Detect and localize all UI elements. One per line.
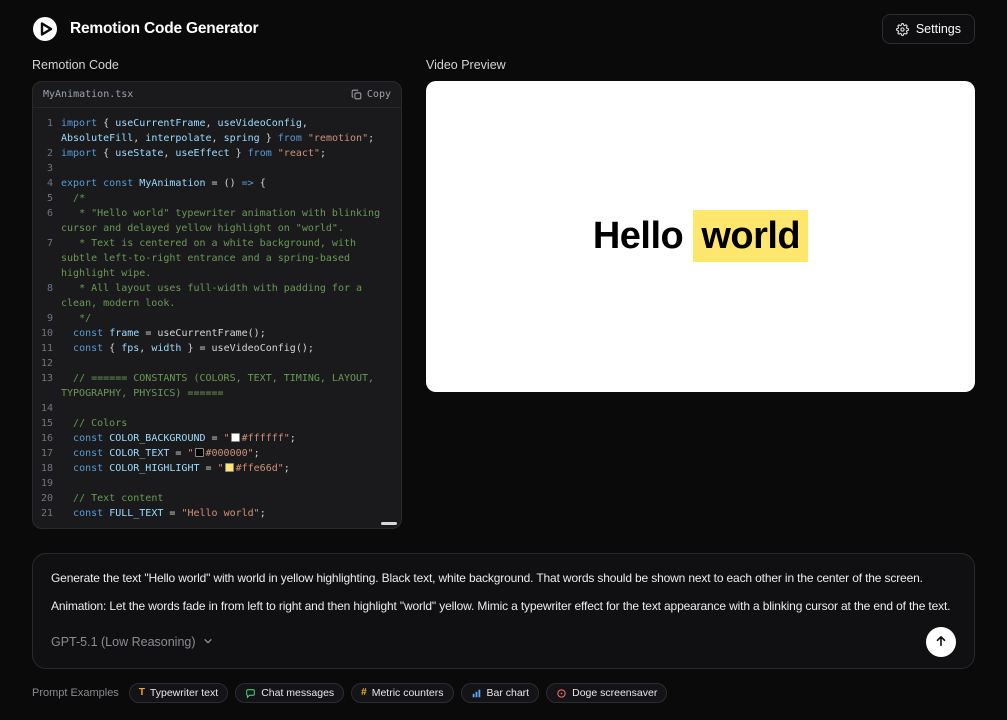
gear-icon <box>896 23 909 36</box>
color-swatch <box>195 448 204 457</box>
line-number: 18 <box>37 461 61 476</box>
line-number: 2 <box>37 146 61 161</box>
code-section-label: Remotion Code <box>32 58 402 72</box>
code-line: 1import { useCurrentFrame, useVideoConfi… <box>37 116 391 146</box>
code-line: 7 * Text is centered on a white backgrou… <box>37 236 391 281</box>
code-line: 20 // Text content <box>37 491 391 506</box>
prompt-example-pill[interactable]: Bar chart <box>461 683 540 703</box>
line-number: 15 <box>37 416 61 431</box>
code-line: 4export const MyAnimation = () => { <box>37 176 391 191</box>
line-number: 14 <box>37 401 61 416</box>
prompt-example-pill[interactable]: T Typewriter text <box>129 683 228 703</box>
code-line: 19 <box>37 476 391 491</box>
bar-chart-icon <box>471 688 482 699</box>
brand: Remotion Code Generator <box>32 16 258 42</box>
prompt-example-pill[interactable]: Chat messages <box>235 683 344 703</box>
copy-label: Copy <box>367 89 391 100</box>
preview-column: Video Preview Hello world <box>426 58 975 529</box>
line-number: 9 <box>37 311 61 326</box>
prompt-paragraph: Generate the text "Hello world" with wor… <box>51 569 956 587</box>
app-header: Remotion Code Generator Settings <box>0 0 1007 58</box>
code-line: 6 * "Hello world" typewriter animation w… <box>37 206 391 236</box>
pill-label: Chat messages <box>261 687 334 699</box>
line-number: 7 <box>37 236 61 281</box>
line-number: 19 <box>37 476 61 491</box>
color-swatch <box>225 463 234 472</box>
code-line: 21 const FULL_TEXT = "Hello world"; <box>37 506 391 521</box>
code-column: Remotion Code MyAnimation.tsx Copy 1impo… <box>32 58 402 529</box>
copy-button[interactable]: Copy <box>351 89 391 100</box>
code-panel-header: MyAnimation.tsx Copy <box>33 82 401 108</box>
prompt-example-pill[interactable]: # Metric counters <box>351 683 453 703</box>
line-number: 13 <box>37 371 61 401</box>
chevron-down-icon <box>203 635 213 649</box>
remotion-logo-icon <box>32 16 58 42</box>
typewriter-icon: T <box>139 688 145 698</box>
record-icon <box>556 688 567 699</box>
main-content: Remotion Code MyAnimation.tsx Copy 1impo… <box>0 58 1007 529</box>
prompt-example-pills: T Typewriter text Chat messages # Metric cou… <box>129 683 668 703</box>
prompt-examples-row: Prompt Examples T Typewriter text Chat mes… <box>32 683 975 703</box>
code-line: 15 // Colors <box>37 416 391 431</box>
code-line: 18 const COLOR_HIGHLIGHT = "#ffe66d"; <box>37 461 391 476</box>
prompt-example-pill[interactable]: Doge screensaver <box>546 683 667 703</box>
prompt-footer: GPT-5.1 (Low Reasoning) <box>51 627 956 657</box>
line-number: 16 <box>37 431 61 446</box>
line-number: 11 <box>37 341 61 356</box>
line-number: 10 <box>37 326 61 341</box>
line-number: 5 <box>37 191 61 206</box>
line-number: 21 <box>37 506 61 521</box>
code-line: 5 /* <box>37 191 391 206</box>
hash-icon: # <box>361 688 367 698</box>
code-line: 2import { useState, useEffect } from "re… <box>37 146 391 161</box>
line-number: 3 <box>37 161 61 176</box>
code-lines: 1import { useCurrentFrame, useVideoConfi… <box>37 116 391 521</box>
pill-label: Metric counters <box>372 687 444 699</box>
send-button[interactable] <box>926 627 956 657</box>
settings-label: Settings <box>916 22 961 36</box>
code-line: 11 const { fps, width } = useVideoConfig… <box>37 341 391 356</box>
pill-label: Typewriter text <box>150 687 218 699</box>
code-line: 12 <box>37 356 391 371</box>
page-title: Remotion Code Generator <box>70 20 258 38</box>
prompt-input[interactable]: Generate the text "Hello world" with wor… <box>32 553 975 669</box>
prompt-text: Generate the text "Hello world" with wor… <box>51 569 956 615</box>
prompt-paragraph: Animation: Let the words fade in from le… <box>51 597 956 615</box>
code-line: 3 <box>37 161 391 176</box>
color-swatch <box>231 433 240 442</box>
line-number: 12 <box>37 356 61 371</box>
code-line: 9 */ <box>37 311 391 326</box>
pill-label: Doge screensaver <box>572 687 657 699</box>
line-number: 6 <box>37 206 61 236</box>
settings-button[interactable]: Settings <box>882 14 975 44</box>
pill-label: Bar chart <box>487 687 530 699</box>
model-label: GPT-5.1 (Low Reasoning) <box>51 635 196 649</box>
chat-icon <box>245 688 256 699</box>
preview-text: Hello world <box>593 215 808 258</box>
line-number: 20 <box>37 491 61 506</box>
copy-icon <box>351 89 362 100</box>
code-line: 17 const COLOR_TEXT = "#000000"; <box>37 446 391 461</box>
code-scrollbar-thumb[interactable] <box>381 522 397 525</box>
code-line: 16 const COLOR_BACKGROUND = "#ffffff"; <box>37 431 391 446</box>
preview-section-label: Video Preview <box>426 58 975 72</box>
arrow-up-icon <box>934 634 948 651</box>
code-panel: MyAnimation.tsx Copy 1import { useCurren… <box>32 81 402 529</box>
code-line: 8 * All layout uses full-width with padd… <box>37 281 391 311</box>
line-number: 17 <box>37 446 61 461</box>
code-line: 13 // ====== CONSTANTS (COLORS, TEXT, TI… <box>37 371 391 401</box>
model-selector[interactable]: GPT-5.1 (Low Reasoning) <box>51 635 213 649</box>
video-preview: Hello world <box>426 81 975 392</box>
line-number: 1 <box>37 116 61 146</box>
code-editor[interactable]: 1import { useCurrentFrame, useVideoConfi… <box>33 108 401 528</box>
filename: MyAnimation.tsx <box>43 89 133 100</box>
highlighted-word: world <box>693 210 808 262</box>
prompt-examples-label: Prompt Examples <box>32 687 119 699</box>
preview-plain-word: Hello <box>593 215 693 257</box>
code-line: 14 <box>37 401 391 416</box>
line-number: 4 <box>37 176 61 191</box>
line-number: 8 <box>37 281 61 311</box>
code-line: 10 const frame = useCurrentFrame(); <box>37 326 391 341</box>
